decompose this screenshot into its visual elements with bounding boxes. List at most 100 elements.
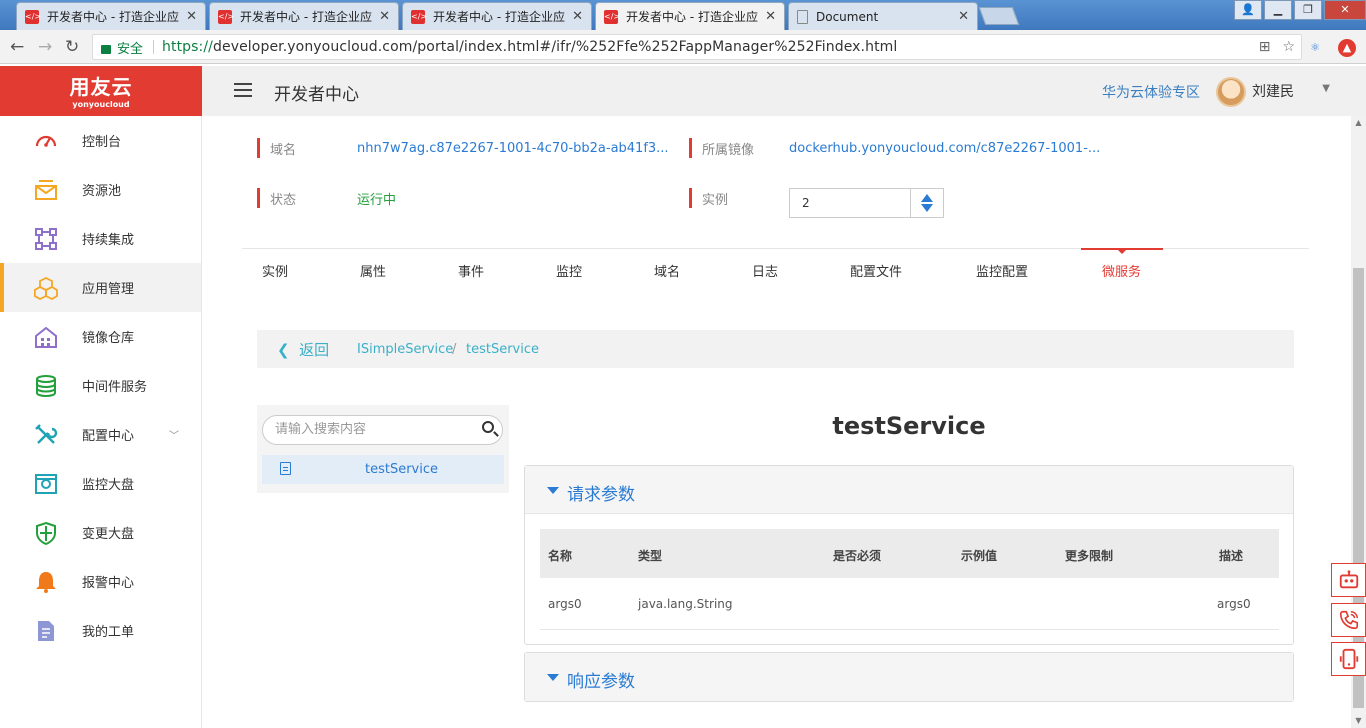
scroll-up-icon[interactable]: ▲	[1351, 116, 1366, 130]
bookmark-star-icon[interactable]: ☆	[1282, 39, 1295, 55]
tab-config-files[interactable]: 配置文件	[850, 261, 902, 280]
back-button[interactable]: ❮ 返回	[277, 339, 329, 360]
instance-count-value[interactable]: 2	[802, 196, 810, 210]
list-item[interactable]: testService	[262, 455, 504, 484]
instance-label: 实例	[702, 192, 729, 208]
site-favicon-icon: </>	[604, 9, 620, 24]
yonyoucloud-logo[interactable]: 用友云 yonyoucloud	[0, 66, 202, 116]
tab-monitor-config[interactable]: 监控配置	[976, 261, 1028, 280]
close-tab-icon[interactable]: ✕	[572, 9, 583, 24]
hamburger-menu-icon[interactable]	[234, 83, 252, 97]
sidebar-item-label: 控制台	[82, 135, 122, 150]
domain-value[interactable]: nhn7w7ag.c87e2267-1001-4c70-bb2a-ab41f3.…	[357, 141, 669, 156]
sidebar-item-image-repo[interactable]: 镜像仓库	[0, 312, 201, 361]
divider	[153, 40, 155, 54]
minimize-icon[interactable]: ▁	[1264, 0, 1292, 20]
sidebar-item-label: 配置中心	[82, 429, 135, 444]
bell-icon	[34, 570, 58, 594]
tab-domain[interactable]: 域名	[654, 261, 680, 280]
status-field: 状态 运行中	[257, 188, 396, 208]
phone-call-icon[interactable]	[1331, 603, 1366, 637]
domain-label: 域名	[270, 142, 297, 158]
sidebar-item-dashboard[interactable]: 控制台	[0, 116, 201, 165]
increment-arrow-icon[interactable]	[921, 194, 933, 202]
browser-tab[interactable]: Document ✕	[788, 2, 978, 30]
sidebar-item-my-tickets[interactable]: 我的工单	[0, 606, 201, 655]
forward-arrow-icon[interactable]: →	[38, 37, 52, 57]
extension-upload-icon[interactable]: ▲	[1338, 39, 1356, 57]
decrement-arrow-icon[interactable]	[921, 204, 933, 212]
sidebar-item-alarm-center[interactable]: 报警中心	[0, 557, 201, 606]
breadcrumb-separator: /	[452, 342, 457, 357]
close-window-icon[interactable]: ✕	[1324, 0, 1366, 20]
tab-microservice[interactable]: 微服务	[1102, 261, 1141, 280]
scroll-down-icon[interactable]: ▼	[1351, 714, 1366, 728]
service-list-panel: testService	[257, 405, 509, 493]
request-params-header[interactable]: 请求参数	[525, 466, 1293, 514]
new-tab-button[interactable]	[978, 7, 1020, 25]
tab-properties[interactable]: 属性	[360, 261, 386, 280]
reload-icon[interactable]: ↻	[65, 37, 79, 57]
breadcrumb-parent[interactable]: ISimpleService	[357, 342, 453, 357]
logo-english: yonyoucloud	[72, 100, 130, 109]
sidebar-item-change-board[interactable]: 变更大盘	[0, 508, 201, 557]
sidebar-item-app-management[interactable]: 应用管理	[0, 263, 201, 312]
username[interactable]: 刘建民	[1252, 81, 1294, 101]
user-profile-icon[interactable]: 👤	[1234, 0, 1262, 20]
url-field[interactable]: 安全 https://developer.yonyoucloud.com/por…	[92, 34, 1302, 60]
close-tab-icon[interactable]: ✕	[186, 9, 197, 24]
image-label: 所属镜像	[702, 142, 755, 158]
close-tab-icon[interactable]: ✕	[765, 9, 776, 24]
browser-tab-active[interactable]: </> 开发者中心 - 打造企业应 ✕	[595, 2, 785, 30]
avatar[interactable]	[1216, 77, 1246, 107]
browser-tab[interactable]: </> 开发者中心 - 打造企业应 ✕	[16, 2, 206, 30]
back-arrow-icon[interactable]: ←	[10, 37, 24, 57]
status-label: 状态	[270, 192, 297, 208]
instance-field: 实例	[689, 188, 789, 208]
response-params-title: 响应参数	[567, 672, 635, 692]
url-path: developer.yonyoucloud.com/portal/index.h…	[213, 39, 898, 55]
image-value[interactable]: dockerhub.yonyoucloud.com/c87e2267-1001-…	[789, 141, 1100, 156]
image-repo-icon	[34, 325, 58, 349]
tab-events[interactable]: 事件	[458, 261, 484, 280]
collapse-caret-icon	[547, 674, 559, 681]
sidebar-item-monitor-board[interactable]: 监控大盘	[0, 459, 201, 508]
tab-monitor[interactable]: 监控	[556, 261, 582, 280]
url-text: https://developer.yonyoucloud.com/portal…	[162, 39, 897, 55]
column-header: 名称	[548, 549, 573, 563]
maximize-icon[interactable]: ❐	[1294, 0, 1322, 20]
mobile-app-icon[interactable]	[1331, 642, 1366, 676]
sidebar-item-resource-pool[interactable]: 资源池	[0, 165, 201, 214]
resource-pool-icon	[34, 178, 58, 202]
browser-tab-title: Document	[816, 9, 879, 24]
huawei-cloud-link[interactable]: 华为云体验专区	[1102, 82, 1200, 102]
tab-instance[interactable]: 实例	[262, 261, 288, 280]
file-icon	[280, 462, 291, 475]
close-tab-icon[interactable]: ✕	[958, 9, 969, 24]
react-devtools-icon[interactable]: ⚛	[1306, 39, 1324, 57]
instance-count-stepper[interactable]: 2	[789, 188, 944, 218]
search-icon[interactable]	[482, 421, 494, 433]
sidebar-item-continuous-integration[interactable]: 持续集成	[0, 214, 201, 263]
sidebar-item-config-center[interactable]: 配置中心 ﹀	[0, 410, 201, 459]
close-tab-icon[interactable]: ✕	[379, 9, 390, 24]
browser-tab[interactable]: </> 开发者中心 - 打造企业应 ✕	[209, 2, 399, 30]
address-bar-row: ← → ↻ 安全 https://developer.yonyoucloud.c…	[0, 30, 1366, 64]
sidebar-item-middleware[interactable]: 中间件服务	[0, 361, 201, 410]
param-description: args0	[1217, 597, 1251, 611]
search-input[interactable]	[275, 422, 475, 437]
translate-icon[interactable]: ⊞	[1259, 39, 1271, 55]
response-params-header[interactable]: 响应参数	[525, 653, 1293, 701]
app-header: 开发者中心 华为云体验专区 刘建民 ▼	[202, 66, 1366, 116]
domain-field: 域名 nhn7w7ag.c87e2267-1001-4c70-bb2a-ab41…	[257, 138, 669, 158]
service-title: testService	[832, 412, 986, 440]
params-table: 名称 类型 是否必须 示例值 更多限制 描述 args0 java.lang.S…	[540, 529, 1279, 630]
service-name: testService	[365, 462, 439, 477]
browser-tab[interactable]: </> 开发者中心 - 打造企业应 ✕	[402, 2, 592, 30]
site-favicon-icon: </>	[411, 9, 427, 24]
user-menu-caret-icon[interactable]: ▼	[1322, 83, 1330, 94]
chatbot-robot-icon[interactable]	[1331, 563, 1366, 597]
tab-logs[interactable]: 日志	[752, 261, 778, 280]
chevron-down-icon[interactable]: ﹀	[169, 427, 179, 442]
integration-icon	[34, 227, 58, 251]
